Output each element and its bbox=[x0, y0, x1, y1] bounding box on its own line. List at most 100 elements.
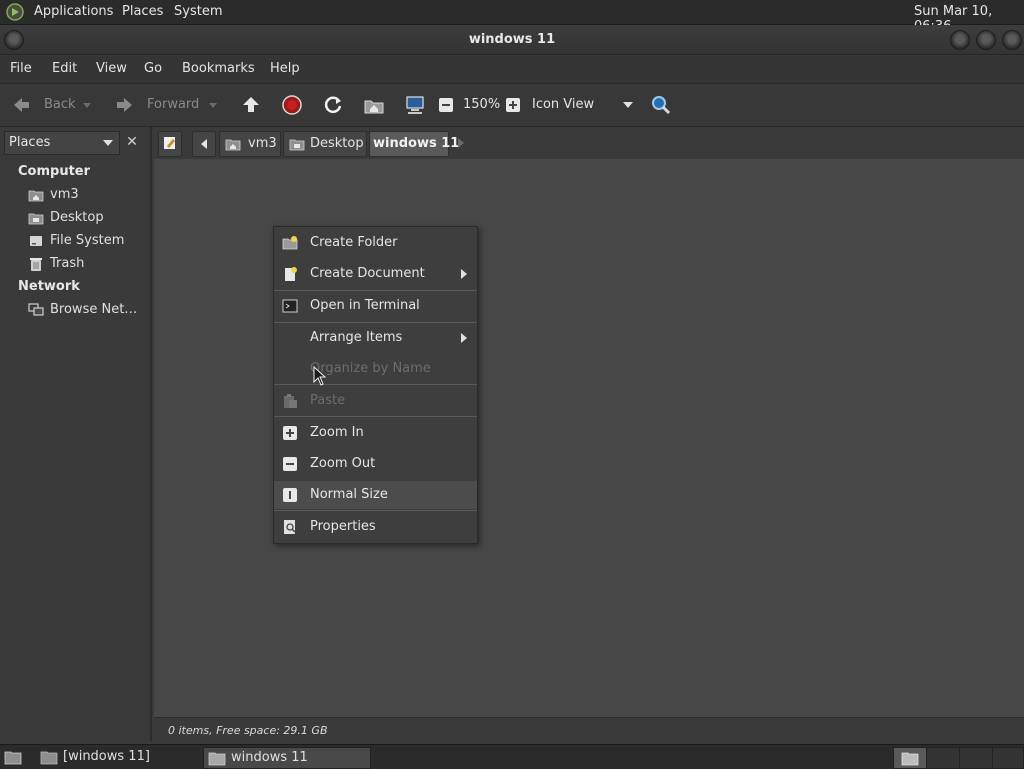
menu-item-label: Normal Size bbox=[310, 487, 388, 502]
sidebar-item-label: Trash bbox=[50, 256, 85, 271]
toolbar: Back Forward 150% Icon View bbox=[0, 84, 1024, 127]
menu-item-create-document[interactable]: Create Document bbox=[274, 260, 477, 288]
task-label: windows 11 bbox=[231, 750, 308, 765]
search-icon[interactable] bbox=[650, 94, 672, 116]
view-mode-dropdown-icon[interactable] bbox=[622, 100, 634, 110]
menu-item-label: Zoom In bbox=[310, 425, 364, 440]
submenu-arrow-icon bbox=[461, 269, 467, 279]
zoom-out-icon bbox=[283, 457, 297, 471]
maximize-button[interactable] bbox=[976, 30, 996, 50]
close-button[interactable] bbox=[1002, 30, 1022, 50]
menu-item-zoom-in[interactable]: Zoom In bbox=[274, 419, 477, 447]
computer-icon[interactable] bbox=[404, 94, 426, 116]
menu-bookmarks[interactable]: Bookmarks bbox=[182, 61, 255, 76]
forward-arrow-icon[interactable] bbox=[114, 94, 136, 116]
system-menu[interactable]: System bbox=[174, 4, 222, 19]
menu-item-arrange-items[interactable]: Arrange Items bbox=[274, 324, 477, 352]
zoom-level[interactable]: 150% bbox=[463, 97, 500, 112]
applications-menu[interactable]: Applications bbox=[34, 4, 113, 19]
taskbar-item-windows-11-bracketed[interactable]: [windows 11] bbox=[36, 747, 196, 767]
minimize-button[interactable] bbox=[950, 30, 970, 50]
places-menu[interactable]: Places bbox=[122, 4, 163, 19]
pathbar-scroll-right-icon[interactable] bbox=[457, 138, 465, 148]
menu-item-label: Properties bbox=[310, 519, 376, 534]
menu-item-normal-size[interactable]: Normal Size bbox=[274, 481, 477, 509]
pathbar-crumb-desktop[interactable]: Desktop bbox=[283, 131, 367, 157]
home-folder-icon[interactable] bbox=[363, 94, 385, 116]
crumb-label: windows 11 bbox=[373, 136, 460, 151]
folder-icon bbox=[208, 752, 226, 766]
home-folder-icon bbox=[28, 190, 44, 202]
forward-history-dropdown-icon[interactable] bbox=[208, 100, 218, 110]
stop-icon[interactable] bbox=[281, 94, 303, 116]
close-sidebar-icon[interactable]: ✕ bbox=[122, 132, 142, 152]
menu-item-create-folder[interactable]: Create Folder bbox=[274, 229, 477, 257]
terminal-icon bbox=[282, 299, 298, 313]
show-desktop-icon[interactable] bbox=[4, 749, 22, 765]
workspace-2[interactable] bbox=[926, 747, 960, 769]
folder-icon bbox=[40, 751, 58, 765]
paste-icon bbox=[284, 394, 297, 408]
pathbar-crumb-vm3[interactable]: vm3 bbox=[219, 131, 281, 157]
mate-logo-icon[interactable] bbox=[6, 3, 26, 21]
menu-item-label: Zoom Out bbox=[310, 456, 376, 471]
folder-icon bbox=[901, 752, 919, 766]
menu-view[interactable]: View bbox=[96, 61, 127, 76]
workspace-3[interactable] bbox=[959, 747, 993, 769]
location-bar: vm3 Desktop windows 11 bbox=[152, 127, 1024, 159]
menu-separator bbox=[274, 416, 477, 417]
menu-item-label: Organize by Name bbox=[310, 361, 431, 376]
menu-item-organize-by-name[interactable]: Organize by Name bbox=[274, 355, 477, 383]
sidebar-item-label: File System bbox=[50, 233, 125, 248]
back-history-dropdown-icon[interactable] bbox=[82, 100, 92, 110]
crumb-label: Desktop bbox=[310, 136, 364, 151]
pathbar-scroll-left-button[interactable] bbox=[192, 131, 216, 157]
taskbar-item-windows-11[interactable]: windows 11 bbox=[203, 747, 371, 769]
top-panel: Applications Places System Sun Mar 10, 0… bbox=[0, 0, 1024, 34]
menu-item-zoom-out[interactable]: Zoom Out bbox=[274, 450, 477, 478]
menu-item-label: Create Folder bbox=[310, 235, 398, 250]
desktop-folder-icon bbox=[28, 213, 44, 225]
menu-item-paste[interactable]: Paste bbox=[274, 387, 477, 415]
up-arrow-icon[interactable] bbox=[240, 94, 262, 116]
zoom-in-icon[interactable] bbox=[505, 97, 521, 113]
sidebar-item-label: Browse Net… bbox=[50, 302, 138, 317]
desktop-folder-icon bbox=[289, 139, 305, 151]
zoom-out-icon[interactable] bbox=[438, 97, 454, 113]
workspace-4[interactable] bbox=[992, 747, 1024, 769]
status-bar: 0 items, Free space: 29.1 GB bbox=[154, 717, 1024, 742]
menu-edit[interactable]: Edit bbox=[52, 61, 77, 76]
window-titlebar[interactable]: windows 11 bbox=[0, 25, 1024, 55]
back-button[interactable]: Back bbox=[44, 97, 76, 112]
pathbar-crumb-windows-11[interactable]: windows 11 bbox=[369, 131, 459, 157]
sidebar-pane-select[interactable]: Places bbox=[4, 131, 120, 155]
back-arrow-icon[interactable] bbox=[10, 94, 32, 116]
view-mode-select[interactable]: Icon View bbox=[532, 97, 594, 112]
new-document-icon bbox=[285, 267, 297, 281]
workspace-1[interactable] bbox=[893, 747, 927, 769]
network-icon bbox=[28, 303, 44, 316]
mouse-pointer-icon bbox=[313, 366, 327, 386]
toggle-location-entry-button[interactable] bbox=[158, 131, 182, 157]
status-text: 0 items, Free space: 29.1 GB bbox=[168, 724, 328, 737]
menu-separator bbox=[274, 322, 477, 323]
sidebar-header-computer: Computer bbox=[18, 164, 91, 179]
menu-go[interactable]: Go bbox=[144, 61, 162, 76]
reload-icon[interactable] bbox=[322, 94, 344, 116]
menu-item-label: Arrange Items bbox=[310, 330, 403, 345]
task-label: [windows 11] bbox=[63, 749, 150, 764]
menu-help[interactable]: Help bbox=[270, 61, 300, 76]
window-title: windows 11 bbox=[468, 32, 556, 47]
sidebar-header-network: Network bbox=[18, 279, 80, 294]
sidebar: Places ✕ Computer vm3 Desktop File Syste… bbox=[0, 127, 152, 741]
menu-item-properties[interactable]: Properties bbox=[274, 513, 477, 541]
sidebar-item-label: vm3 bbox=[50, 187, 79, 202]
menu-item-open-in-terminal[interactable]: Open in Terminal bbox=[274, 292, 477, 320]
menu-separator bbox=[274, 384, 477, 385]
menu-separator bbox=[274, 290, 477, 291]
menu-file[interactable]: File bbox=[10, 61, 32, 76]
bottom-panel: [windows 11] windows 11 bbox=[0, 744, 1024, 769]
submenu-arrow-icon bbox=[461, 333, 467, 343]
forward-button[interactable]: Forward bbox=[147, 97, 199, 112]
context-menu: Create Folder Create Document Open in Te… bbox=[273, 226, 478, 544]
